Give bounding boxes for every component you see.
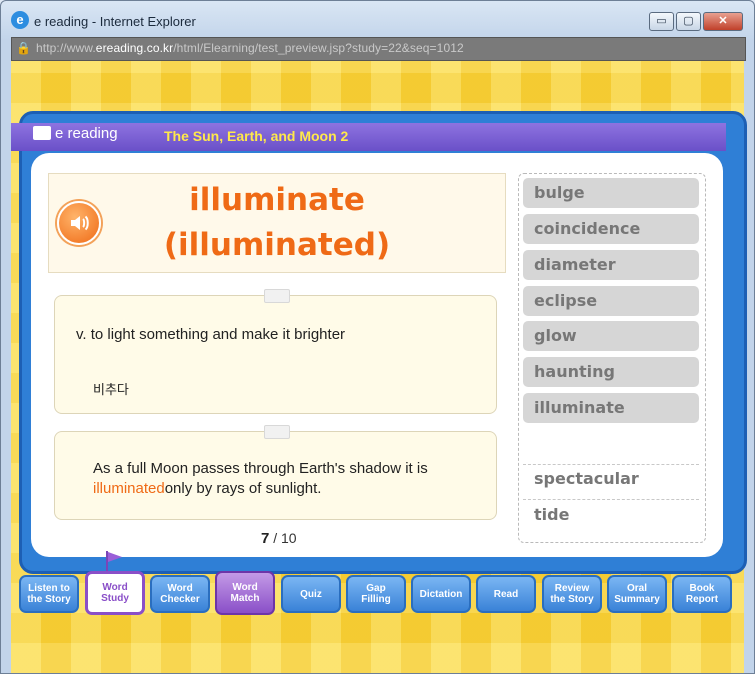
tab-word-checker[interactable]: Word Checker — [150, 575, 210, 613]
url-path: /html/Elearning/test_preview.jsp?study=2… — [173, 41, 464, 55]
word-list-item[interactable]: spectacular — [523, 464, 699, 494]
activity-tabs: Listen to the Story Word Study Word Checker… — [19, 571, 741, 617]
speaker-icon — [71, 215, 89, 231]
close-button[interactable]: ✕ — [703, 12, 743, 31]
tab-book-report[interactable]: Book Report — [672, 575, 732, 613]
korean-meaning: 비추다 — [93, 383, 129, 398]
maximize-button[interactable]: ▢ — [676, 12, 701, 31]
example-sentence: As a full Moon passes through Earth's sh… — [93, 459, 493, 499]
tab-word-study[interactable]: Word Study — [85, 571, 145, 615]
window-title: e reading - Internet Explorer — [34, 14, 196, 29]
word-list-item[interactable]: tide — [523, 500, 699, 530]
example-after: only by rays of sunlight. — [164, 480, 322, 497]
example-before: As a full Moon passes through Earth's sh… — [93, 460, 428, 477]
page-separator: / — [269, 530, 282, 546]
example-card: As a full Moon passes through Earth's sh… — [54, 425, 497, 520]
card-clip — [263, 425, 290, 439]
definition-card: v. to light something and make it bright… — [54, 289, 497, 414]
tab-review-the-story[interactable]: Review the Story — [542, 575, 602, 613]
tab-gap-filling[interactable]: Gap Filling — [346, 575, 406, 613]
url-prefix: http://www. — [36, 41, 96, 55]
word-list-item[interactable]: bulge — [523, 178, 699, 208]
word-list-item-current[interactable]: illuminate — [523, 393, 699, 423]
tab-dictation[interactable]: Dictation — [411, 575, 471, 613]
address-bar[interactable]: 🔒 http://www.ereading.co.kr/html/Elearni… — [11, 37, 746, 61]
tab-listen-to-the-story[interactable]: Listen to the Story — [19, 575, 79, 613]
logo-text: e reading — [55, 125, 118, 142]
tab-oral-summary[interactable]: Oral Summary — [607, 575, 667, 613]
word-inflection: (illuminated) — [163, 227, 391, 263]
book-icon — [33, 126, 51, 140]
page-counter: 7 / 10 — [261, 530, 297, 547]
page-content: e reading The Sun, Earth, and Moon 2 ill… — [11, 61, 747, 673]
address-url[interactable]: http://www.ereading.co.kr/html/Elearning… — [36, 41, 464, 55]
example-highlight: illuminated — [93, 480, 165, 497]
play-sound-button[interactable] — [57, 201, 101, 245]
lock-icon: 🔒 — [16, 41, 31, 55]
word-list: bulge coincidence diameter eclipse glow … — [518, 173, 706, 543]
definition-text: v. to light something and make it bright… — [76, 326, 346, 343]
internet-explorer-icon: e — [11, 11, 29, 29]
url-domain: ereading.co.kr — [95, 41, 174, 55]
lesson-title: The Sun, Earth, and Moon 2 — [164, 128, 349, 144]
word-list-item[interactable]: eclipse — [523, 286, 699, 316]
tab-word-match[interactable]: Word Match — [215, 571, 275, 615]
tab-quiz[interactable]: Quiz — [281, 575, 341, 613]
minimize-button[interactable]: ▭ — [649, 12, 674, 31]
word-list-item[interactable]: glow — [523, 321, 699, 351]
word-list-item[interactable]: coincidence — [523, 214, 699, 244]
word-list-item[interactable]: haunting — [523, 357, 699, 387]
ereading-logo: e reading — [33, 125, 141, 149]
word-list-item[interactable]: diameter — [523, 250, 699, 280]
word-headword: illuminate — [189, 182, 365, 218]
word-card: illuminate (illuminated) — [48, 173, 506, 273]
tab-read[interactable]: Read — [476, 575, 536, 613]
title-bar: e e reading - Internet Explorer ▭ ▢ ✕ — [1, 1, 754, 35]
browser-window: e e reading - Internet Explorer ▭ ▢ ✕ 🔒 … — [0, 0, 755, 674]
card-clip — [263, 289, 290, 303]
page-total: 10 — [281, 530, 297, 546]
